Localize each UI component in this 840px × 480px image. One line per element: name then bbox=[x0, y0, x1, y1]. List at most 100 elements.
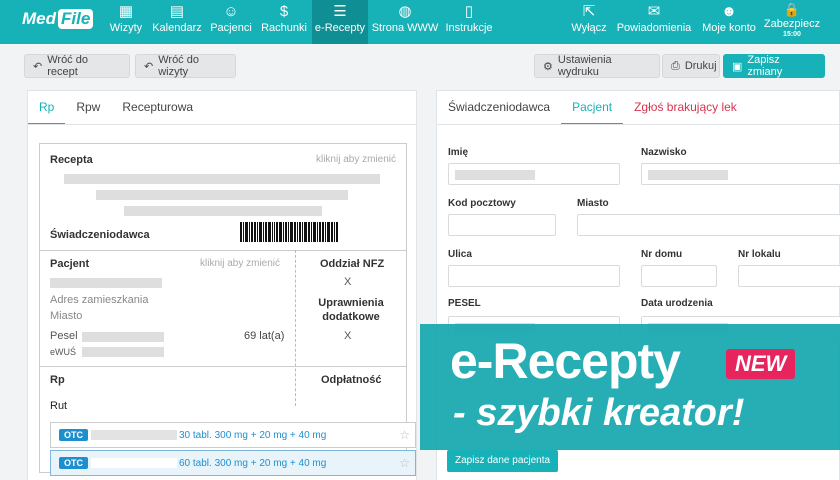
street-field[interactable] bbox=[448, 265, 620, 287]
redacted-pesel bbox=[82, 332, 164, 342]
nav-pacjenci[interactable]: ☺ Pacjenci bbox=[206, 0, 256, 44]
back-to-prescriptions-button[interactable]: ↶ Wróć do recept bbox=[24, 54, 130, 78]
patients-icon: ☺ bbox=[223, 3, 239, 20]
drug-search-input[interactable]: Rut bbox=[50, 400, 67, 412]
nav-instrukcje[interactable]: ▯ Instrukcje bbox=[442, 0, 496, 44]
provider-label: Świadczeniodawca bbox=[50, 229, 150, 241]
redacted-drug-name bbox=[91, 430, 177, 440]
dollar-icon: $ bbox=[279, 3, 289, 20]
cogs-icon: ⚙ bbox=[543, 60, 553, 73]
autocomplete-option-selected[interactable]: OTC 60 tabl. 300 mg + 20 mg + 40 mg ☆ bbox=[50, 450, 416, 476]
nav-wizyty[interactable]: ▦ Wizyty bbox=[104, 0, 148, 44]
nav-rachunki[interactable]: $ Rachunki bbox=[258, 0, 310, 44]
tabs-divider bbox=[437, 124, 839, 125]
last-name-label: Nazwisko bbox=[641, 147, 687, 158]
book-icon: ▯ bbox=[464, 3, 474, 20]
nav-label: Kalendarz bbox=[152, 22, 202, 34]
postal-code-label: Kod pocztowy bbox=[448, 198, 516, 209]
city-field[interactable] bbox=[577, 214, 840, 236]
prescription-tabs: Rp Rpw Recepturowa bbox=[28, 91, 204, 125]
tab-patient[interactable]: Pacjent bbox=[561, 91, 624, 125]
tab-recepturowa[interactable]: Recepturowa bbox=[111, 91, 204, 125]
session-timer: 15:00 bbox=[783, 31, 801, 38]
click-to-change-hint[interactable]: kliknij aby zmienić bbox=[316, 154, 396, 165]
print-button[interactable]: ⎙ Drukuj bbox=[662, 54, 720, 78]
city-label: Miasto bbox=[577, 198, 609, 209]
user-icon: ☻ bbox=[721, 3, 737, 20]
redacted-patient-name bbox=[50, 278, 162, 288]
undo-icon: ↶ bbox=[144, 60, 154, 73]
print-settings-button[interactable]: ⚙ Ustawienia wydruku bbox=[534, 54, 660, 78]
first-name-label: Imię bbox=[448, 147, 469, 158]
nav-e-recepty[interactable]: ☰ e-Recepty bbox=[312, 0, 368, 44]
autocomplete-option[interactable]: OTC 30 tabl. 300 mg + 20 mg + 40 mg ☆ bbox=[50, 422, 416, 448]
tab-rp[interactable]: Rp bbox=[28, 91, 66, 125]
tab-rpw[interactable]: Rpw bbox=[65, 91, 111, 125]
medfile-logo[interactable]: Med File bbox=[22, 7, 94, 31]
tab-report-missing-drug[interactable]: Zgłoś brakujący lek bbox=[623, 91, 748, 125]
house-number-field[interactable] bbox=[641, 265, 717, 287]
star-icon[interactable]: ☆ bbox=[399, 428, 410, 442]
button-label: Drukuj bbox=[684, 60, 717, 72]
button-label: Zapisz zmiany bbox=[747, 54, 783, 78]
flat-number-field[interactable] bbox=[738, 265, 840, 287]
nav-label: e-Recepty bbox=[314, 22, 366, 34]
redacted-text bbox=[124, 206, 322, 216]
redacted-text bbox=[64, 174, 380, 184]
lock-icon: 🔒 bbox=[783, 2, 801, 17]
floppy-icon: ▣ bbox=[732, 60, 743, 73]
street-label: Ulica bbox=[448, 249, 472, 260]
save-patient-data-button[interactable]: Zapisz dane pacjenta bbox=[447, 450, 559, 472]
patient-click-to-change-hint[interactable]: kliknij aby zmienić bbox=[200, 258, 280, 269]
star-icon[interactable]: ☆ bbox=[399, 456, 410, 470]
back-to-visit-button[interactable]: ↶ Wróć do wizyty bbox=[135, 54, 236, 78]
postal-code-field[interactable] bbox=[448, 214, 556, 236]
new-badge: NEW bbox=[726, 349, 796, 379]
save-changes-button[interactable]: ▣ Zapisz zmiany bbox=[723, 54, 825, 78]
nav-label: Instrukcje bbox=[445, 22, 493, 34]
nfz-branch-value: X bbox=[344, 276, 352, 288]
city-label: Miasto bbox=[50, 310, 83, 322]
section-divider bbox=[40, 250, 406, 251]
nav-zabezpiecz[interactable]: 🔒 Zabezpiecz 15:00 bbox=[762, 0, 822, 44]
top-navbar: Med File ▦ Wizyty ▤ Kalendarz ☺ Pacjenci … bbox=[0, 0, 840, 44]
nav-kalendarz[interactable]: ▤ Kalendarz bbox=[150, 0, 204, 44]
printer-icon: ⎙ bbox=[671, 59, 680, 72]
visits-icon: ▦ bbox=[118, 3, 134, 20]
logout-icon: ⇱ bbox=[582, 3, 596, 20]
payment-label: Odpłatność bbox=[321, 374, 382, 386]
nav-powiadomienia[interactable]: ✉ Powiadomienia bbox=[614, 0, 694, 44]
pesel-label: PESEL bbox=[448, 298, 481, 309]
calendar-icon: ▤ bbox=[169, 3, 185, 20]
last-name-field[interactable] bbox=[641, 163, 840, 185]
logo-box-text: File bbox=[58, 9, 94, 29]
otc-badge: OTC bbox=[59, 457, 88, 469]
nav-label: Wizyty bbox=[109, 22, 143, 34]
tabs-divider bbox=[28, 124, 416, 125]
tab-provider[interactable]: Świadczeniodawca bbox=[437, 91, 561, 125]
promo-banner: e-Recepty NEW - szybki kreator! bbox=[420, 324, 840, 450]
first-name-field[interactable] bbox=[448, 163, 620, 185]
drug-package-info: 60 tabl. 300 mg + 20 mg + 40 mg bbox=[179, 457, 327, 469]
flat-number-label: Nr lokalu bbox=[738, 249, 781, 260]
nav-label: Powiadomienia bbox=[616, 22, 692, 34]
button-label: Ustawienia wydruku bbox=[557, 54, 612, 78]
additional-entitlements-label: Uprawnienia dodatkowe bbox=[318, 297, 384, 323]
nav-wylacz[interactable]: ⇱ Wyłącz bbox=[568, 0, 610, 44]
prescription-title: Recepta bbox=[50, 154, 93, 166]
nav-strona-www[interactable]: ◍ Strona WWW bbox=[370, 0, 440, 44]
nav-moje-konto[interactable]: ☻ Moje konto bbox=[698, 0, 760, 44]
nav-label: Zabezpiecz bbox=[763, 18, 821, 30]
nav-label: Rachunki bbox=[261, 22, 307, 34]
column-divider bbox=[295, 250, 296, 406]
ewus-label: eWUŚ bbox=[50, 347, 77, 357]
globe-icon: ◍ bbox=[398, 3, 412, 20]
redacted-text bbox=[96, 190, 348, 200]
nav-label: Wyłącz bbox=[571, 22, 607, 34]
nfz-branch-label: Oddział NFZ bbox=[320, 258, 385, 270]
nav-label: Pacjenci bbox=[210, 22, 252, 34]
drug-package-info: 30 tabl. 300 mg + 20 mg + 40 mg bbox=[179, 429, 327, 441]
barcode bbox=[240, 222, 382, 242]
address-label: Adres zamieszkania bbox=[50, 294, 149, 306]
prescription-panel: Rp Rpw Recepturowa Recepta kliknij aby z… bbox=[27, 90, 417, 480]
